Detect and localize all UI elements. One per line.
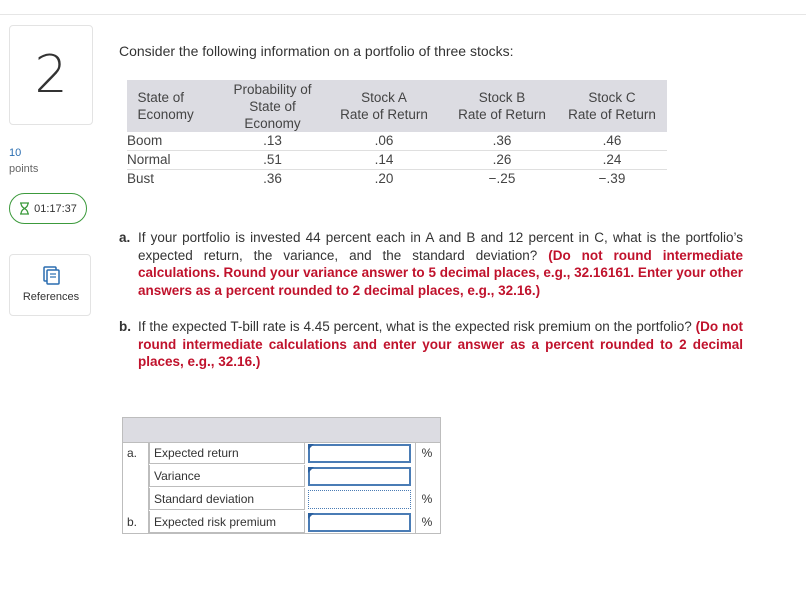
header-state: State of Economy <box>127 80 224 132</box>
unit-label: % <box>421 515 433 529</box>
risk-premium-input[interactable] <box>308 513 411 532</box>
cell-prob: .13 <box>263 133 282 148</box>
cell-a: .14 <box>374 152 394 167</box>
answer-row-risk-premium: b. Expected risk premium % <box>123 511 440 534</box>
points-value: 10 <box>9 147 22 159</box>
top-bar <box>0 0 806 15</box>
answer-label: Standard deviation <box>149 488 305 510</box>
cell-state: Normal <box>127 152 171 167</box>
header-stock-a: Stock A Rate of Return <box>321 80 447 132</box>
timer-badge[interactable]: 01:17:37 <box>9 193 87 224</box>
book-icon <box>43 266 60 285</box>
unit-label: % <box>421 446 433 460</box>
answer-letter: b. <box>127 515 138 529</box>
input-marker-icon <box>308 513 314 519</box>
timer-text: 01:17:37 <box>34 202 77 215</box>
answer-label: Variance <box>149 465 305 487</box>
references-button[interactable]: References <box>9 254 91 316</box>
header-stock-c: Stock C Rate of Return <box>557 80 667 132</box>
column-divider <box>148 442 149 534</box>
cell-prob: .51 <box>263 152 282 167</box>
points-label: points <box>9 163 39 175</box>
variance-input[interactable] <box>308 467 411 486</box>
cell-prob: .36 <box>263 171 282 186</box>
answer-row-variance: Variance <box>123 465 440 488</box>
input-marker-icon <box>308 467 314 473</box>
hourglass-icon <box>20 202 30 215</box>
references-label: References <box>22 291 80 303</box>
question-number: 2 <box>34 45 68 105</box>
table-row: Boom .13 .06 .36 .46 <box>127 132 667 151</box>
answer-row-expected-return: a. Expected return % <box>123 442 440 465</box>
cell-a: .06 <box>374 133 394 148</box>
question-number-box: 2 <box>9 25 93 125</box>
question-intro: Consider the following information on a … <box>119 43 514 59</box>
cell-state: Bust <box>127 171 155 186</box>
unit-label: % <box>421 492 433 506</box>
header-probability: Probability of State of Economy <box>224 80 321 132</box>
cell-b: −.25 <box>488 171 516 186</box>
cell-c: −.39 <box>598 171 626 186</box>
header-stock-b: Stock B Rate of Return <box>447 80 557 132</box>
table-row: Normal .51 .14 .26 .24 <box>127 151 667 170</box>
cell-state: Boom <box>127 133 163 148</box>
cell-a: .20 <box>374 171 394 186</box>
stock-data-table: State of Economy Probability of State of… <box>127 80 667 188</box>
answer-letter: a. <box>127 446 138 460</box>
answer-label: Expected return <box>149 442 305 464</box>
answer-row-standard-deviation: Standard deviation % <box>123 488 440 511</box>
part-b-label: b. <box>119 319 131 334</box>
part-b-question: b. If the expected T-bill rate is 4.45 p… <box>119 318 743 371</box>
cell-b: .36 <box>492 133 512 148</box>
cell-b: .26 <box>492 152 512 167</box>
standard-deviation-input[interactable] <box>308 490 411 509</box>
answer-table-header <box>123 418 440 443</box>
table-row: Bust .36 .20 −.25 −.39 <box>127 170 667 189</box>
part-a-question: a. If your portfolio is invested 44 perc… <box>119 229 743 299</box>
column-divider <box>415 442 416 534</box>
part-a-label: a. <box>119 230 131 245</box>
expected-return-input[interactable] <box>308 444 411 463</box>
answer-table: a. Expected return % Variance Standard d… <box>122 417 441 534</box>
input-marker-icon <box>308 444 314 450</box>
part-b-text: If the expected T-bill rate is 4.45 perc… <box>138 319 692 334</box>
answer-label: Expected risk premium <box>149 511 305 533</box>
cell-c: .24 <box>602 152 622 167</box>
cell-c: .46 <box>602 133 622 148</box>
